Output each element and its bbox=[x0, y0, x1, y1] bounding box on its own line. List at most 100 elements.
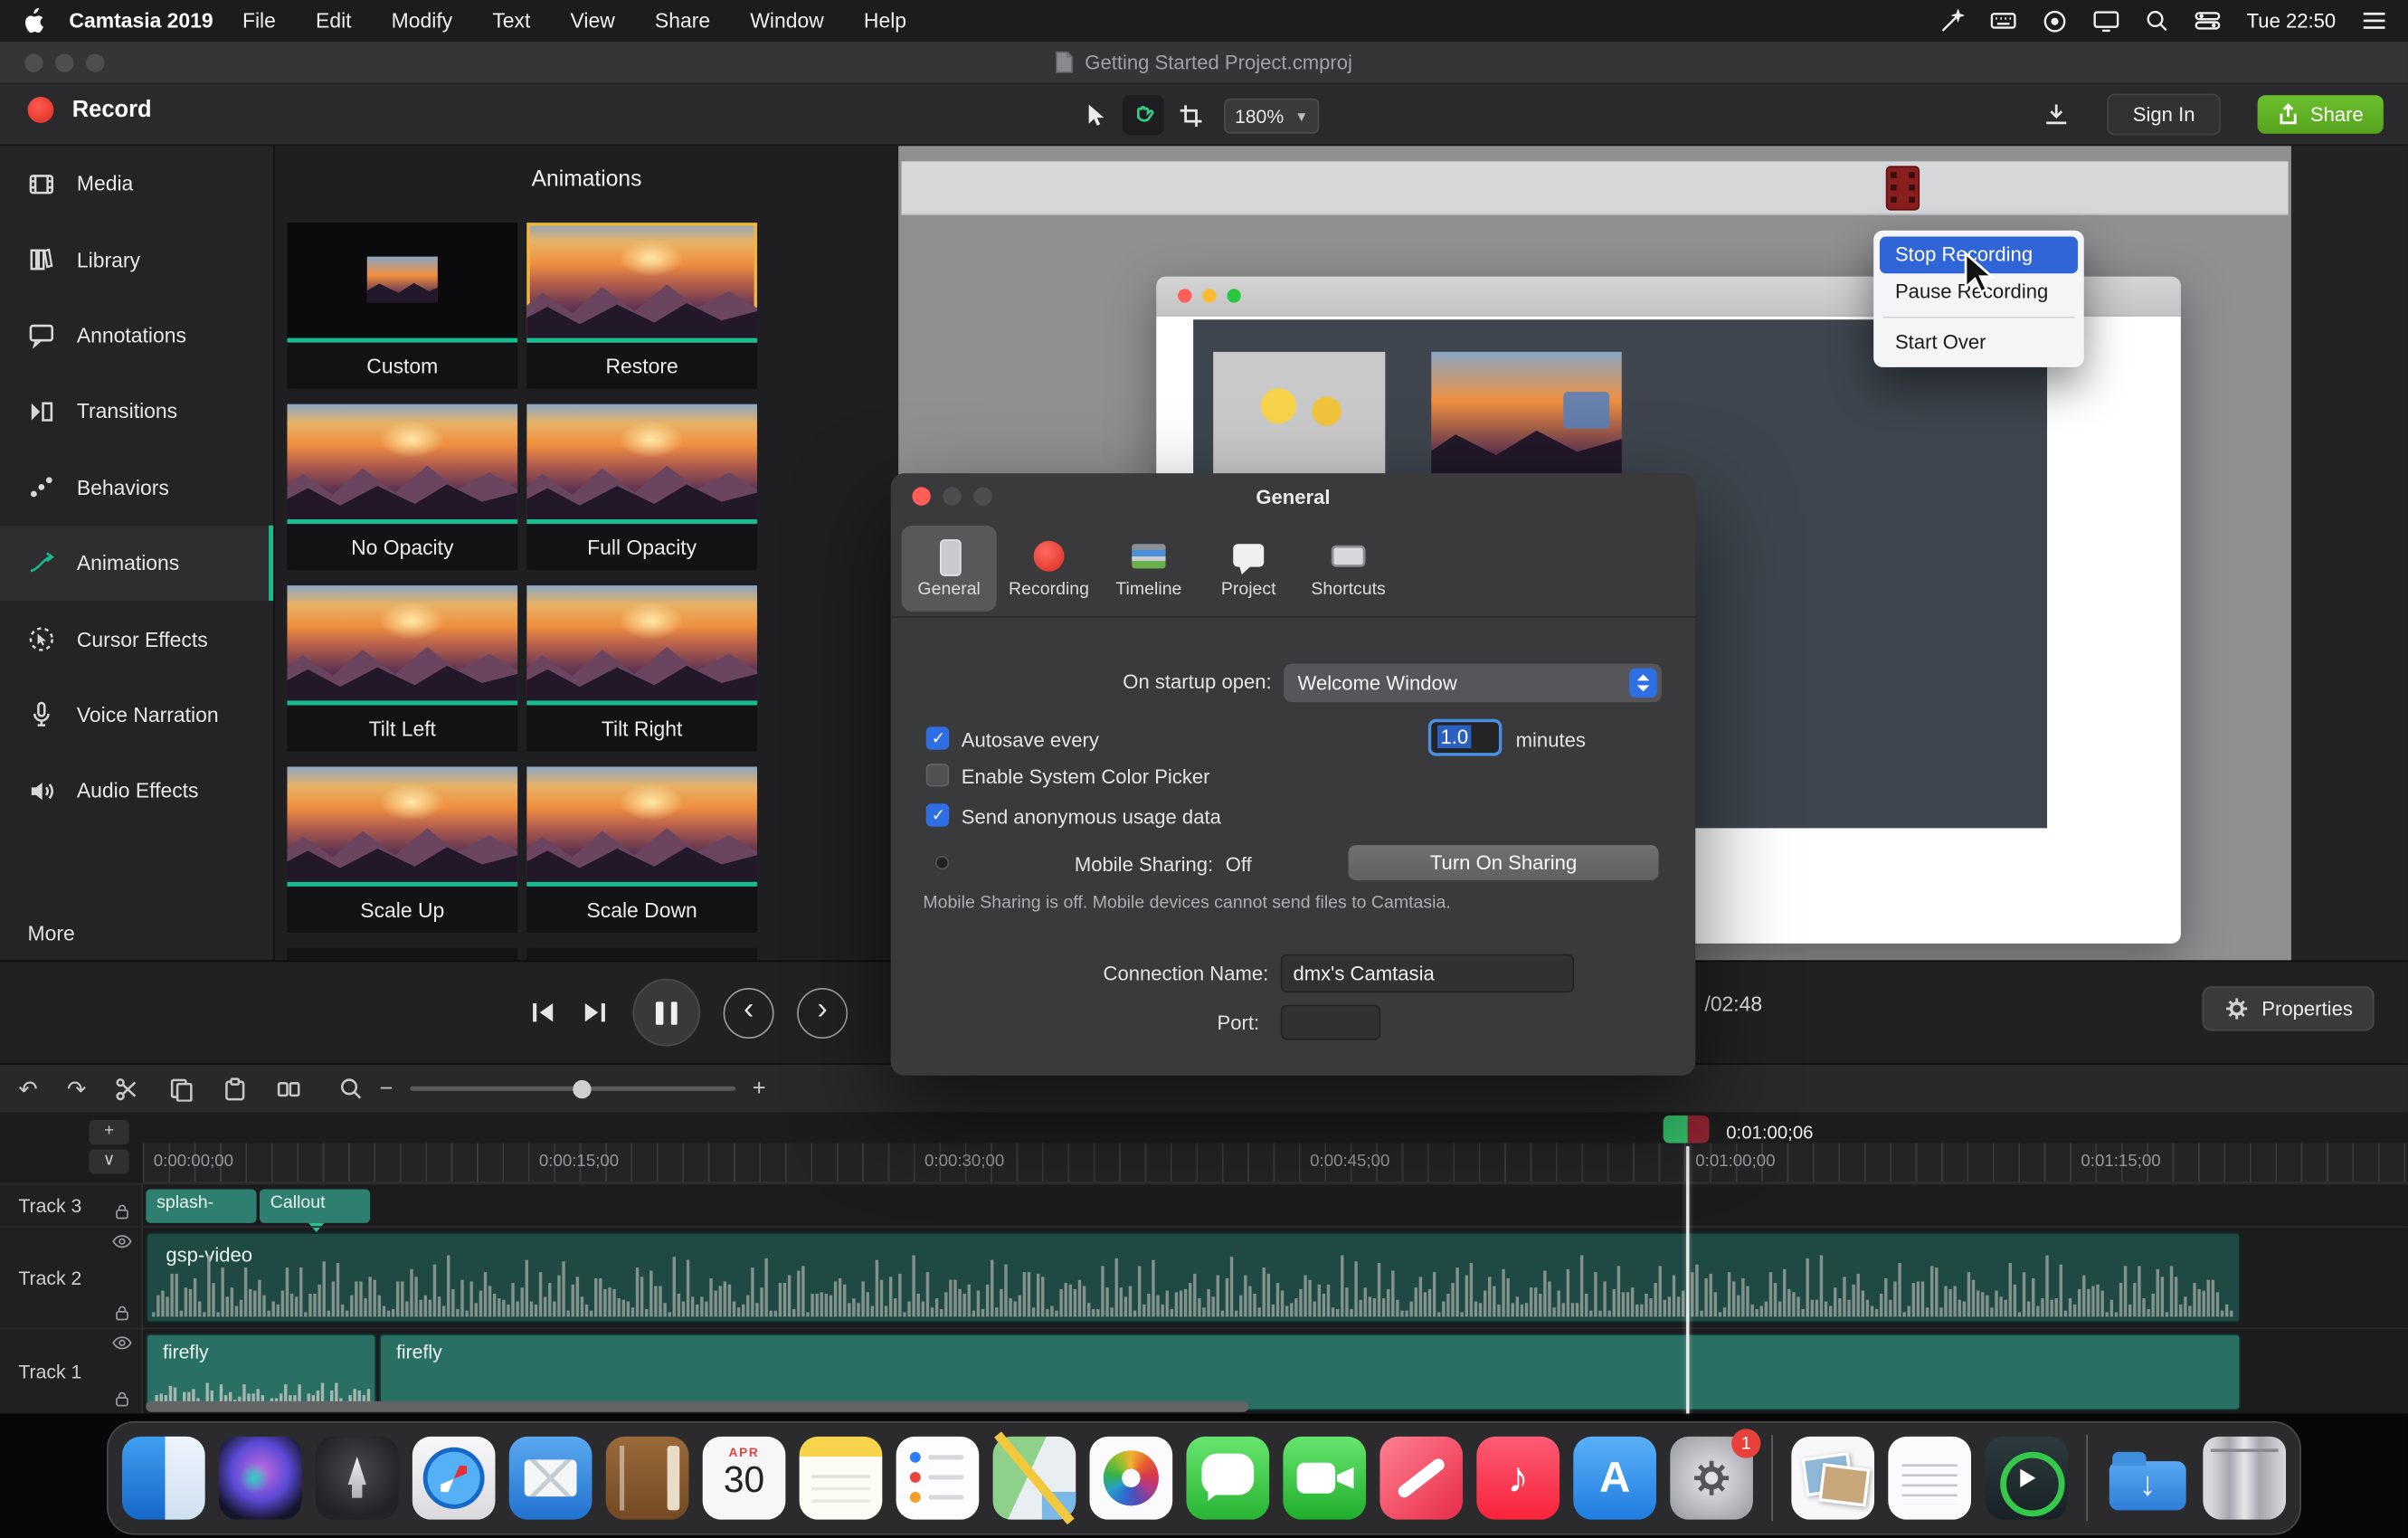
cut-button[interactable] bbox=[116, 1077, 140, 1101]
sidebar-item-voice-narration[interactable]: Voice Narration bbox=[0, 677, 273, 753]
dock-launchpad-icon[interactable] bbox=[316, 1437, 399, 1520]
sidebar-item-cursor-effects[interactable]: Cursor Effects bbox=[0, 602, 273, 678]
autosave-checkbox[interactable] bbox=[926, 726, 949, 749]
dialog-zoom-button[interactable] bbox=[973, 487, 991, 505]
port-field[interactable] bbox=[1281, 1005, 1380, 1040]
crop-tool-button[interactable] bbox=[1171, 95, 1212, 135]
clip-splash[interactable]: splash- bbox=[146, 1189, 256, 1222]
dock-system-preferences-icon[interactable]: 1 bbox=[1670, 1437, 1753, 1520]
menu-view[interactable]: View bbox=[571, 9, 615, 32]
next-frame-button[interactable] bbox=[581, 999, 610, 1027]
sidebar-item-library[interactable]: Library bbox=[0, 222, 273, 298]
dock-finder-icon[interactable] bbox=[122, 1437, 205, 1520]
clip-gsp-video[interactable]: gsp-video bbox=[146, 1232, 2241, 1323]
zoom-in-button[interactable]: + bbox=[753, 1076, 766, 1102]
menu-clock[interactable]: Tue 22:50 bbox=[2247, 9, 2337, 32]
wand-icon[interactable] bbox=[1939, 8, 1964, 33]
previous-clip-button[interactable]: ‹ bbox=[724, 987, 774, 1038]
animation-card-scale-down[interactable]: Scale Down bbox=[526, 766, 757, 932]
eye-icon[interactable] bbox=[112, 1335, 132, 1351]
pause-button[interactable] bbox=[632, 979, 700, 1047]
sign-in-button[interactable]: Sign In bbox=[2107, 94, 2221, 136]
dock-notes-icon[interactable] bbox=[800, 1437, 883, 1520]
tab-timeline[interactable]: Timeline bbox=[1101, 525, 1196, 611]
split-button[interactable] bbox=[277, 1077, 301, 1101]
tab-project[interactable]: Project bbox=[1201, 525, 1296, 611]
eye-icon[interactable] bbox=[112, 1234, 132, 1249]
dock-downloads-icon[interactable]: ↓ bbox=[2106, 1437, 2189, 1520]
hand-tool-button[interactable] bbox=[1123, 95, 1164, 135]
track-add-button[interactable]: + bbox=[89, 1120, 128, 1144]
animation-card-no-opacity[interactable]: No Opacity bbox=[287, 404, 517, 570]
undo-button[interactable]: ↶ bbox=[18, 1075, 37, 1103]
dock-trash-icon[interactable] bbox=[2203, 1437, 2286, 1520]
connection-name-field[interactable] bbox=[1281, 954, 1574, 992]
lock-icon[interactable] bbox=[114, 1203, 131, 1220]
clip-firefly-2[interactable]: firefly bbox=[379, 1334, 2241, 1410]
menu-help[interactable]: Help bbox=[864, 9, 906, 32]
menu-edit[interactable]: Edit bbox=[316, 9, 351, 32]
dialog-minimize-button[interactable] bbox=[943, 487, 961, 505]
dock-music-icon[interactable]: ♪ bbox=[1476, 1437, 1560, 1520]
toggles-icon[interactable] bbox=[2195, 9, 2221, 32]
animation-card-restore[interactable]: Restore bbox=[526, 223, 757, 388]
tab-recording[interactable]: Recording bbox=[1001, 525, 1096, 611]
sidebar-item-animations[interactable]: Animations bbox=[0, 526, 273, 602]
animation-card[interactable] bbox=[287, 948, 517, 961]
sidebar-item-audio-effects[interactable]: Audio Effects bbox=[0, 753, 273, 829]
dock-app-store-icon[interactable]: A bbox=[1573, 1437, 1656, 1520]
share-button[interactable]: Share bbox=[2258, 95, 2384, 133]
dock-safari-icon[interactable] bbox=[412, 1437, 496, 1520]
previous-frame-button[interactable] bbox=[528, 999, 557, 1027]
dock-contacts-icon[interactable] bbox=[606, 1437, 689, 1520]
record-button[interactable]: Record bbox=[28, 97, 152, 123]
copy-button[interactable] bbox=[169, 1077, 194, 1101]
playhead[interactable] bbox=[1686, 1146, 1689, 1414]
keyboard-icon[interactable] bbox=[1990, 9, 2016, 32]
dock-mail-icon[interactable] bbox=[509, 1437, 593, 1520]
menu-window[interactable]: Window bbox=[750, 9, 824, 32]
notification-center-icon[interactable] bbox=[2362, 11, 2386, 31]
menu-file[interactable]: File bbox=[242, 9, 276, 32]
dock-news-icon[interactable] bbox=[1379, 1437, 1463, 1520]
pointer-tool-button[interactable] bbox=[1075, 95, 1116, 135]
autosave-minutes-field[interactable]: 1.0 bbox=[1428, 719, 1502, 756]
usage-data-checkbox[interactable] bbox=[926, 803, 949, 826]
animation-card-custom[interactable]: Custom bbox=[287, 223, 517, 388]
dock-facetime-icon[interactable] bbox=[1283, 1437, 1366, 1520]
track-collapse-button[interactable]: ∨ bbox=[89, 1149, 128, 1173]
next-clip-button[interactable]: › bbox=[797, 987, 848, 1038]
playhead-out-handle[interactable] bbox=[1688, 1116, 1710, 1144]
menu-share[interactable]: Share bbox=[655, 9, 710, 32]
display-icon[interactable] bbox=[2093, 9, 2119, 32]
sidebar-item-media[interactable]: Media bbox=[0, 146, 273, 222]
dock-pictures-icon[interactable] bbox=[1791, 1437, 1874, 1520]
record-icon[interactable] bbox=[2043, 8, 2067, 33]
apple-menu-icon[interactable] bbox=[22, 7, 44, 33]
timeline-horizontal-scrollbar[interactable] bbox=[146, 1401, 1248, 1412]
window-zoom-button[interactable] bbox=[86, 53, 104, 71]
search-icon[interactable] bbox=[2146, 9, 2168, 32]
animation-card[interactable] bbox=[526, 948, 757, 961]
timeline-zoom-slider[interactable] bbox=[410, 1087, 735, 1091]
dock-reminders-icon[interactable] bbox=[896, 1437, 980, 1520]
properties-button[interactable]: Properties bbox=[2202, 986, 2375, 1030]
startup-select[interactable]: Welcome Window bbox=[1284, 664, 1662, 702]
tab-general[interactable]: General bbox=[902, 525, 997, 611]
animation-card-tilt-right[interactable]: Tilt Right bbox=[526, 585, 757, 751]
clip-callout[interactable]: Callout bbox=[260, 1189, 370, 1222]
tab-shortcuts[interactable]: Shortcuts bbox=[1301, 525, 1396, 611]
dock-maps-icon[interactable] bbox=[993, 1437, 1076, 1520]
color-picker-checkbox[interactable] bbox=[926, 764, 949, 786]
sidebar-item-annotations[interactable]: Annotations bbox=[0, 298, 273, 374]
sidebar-item-behaviors[interactable]: Behaviors bbox=[0, 450, 273, 526]
menu-text[interactable]: Text bbox=[492, 9, 530, 32]
dock-camtasia-icon[interactable] bbox=[1985, 1437, 2068, 1520]
app-menu-title[interactable]: Camtasia 2019 bbox=[69, 9, 213, 32]
menu-item-start-over[interactable]: Start Over bbox=[1880, 324, 2078, 361]
lock-icon[interactable] bbox=[114, 1305, 131, 1322]
dock-messages-icon[interactable] bbox=[1186, 1437, 1269, 1520]
paste-button[interactable] bbox=[223, 1077, 247, 1101]
timeline-ruler[interactable]: 0:00:00;00 0:00:15;00 0:00:30;00 0:00:45… bbox=[143, 1144, 2408, 1183]
zoom-out-button[interactable]: − bbox=[380, 1076, 393, 1102]
